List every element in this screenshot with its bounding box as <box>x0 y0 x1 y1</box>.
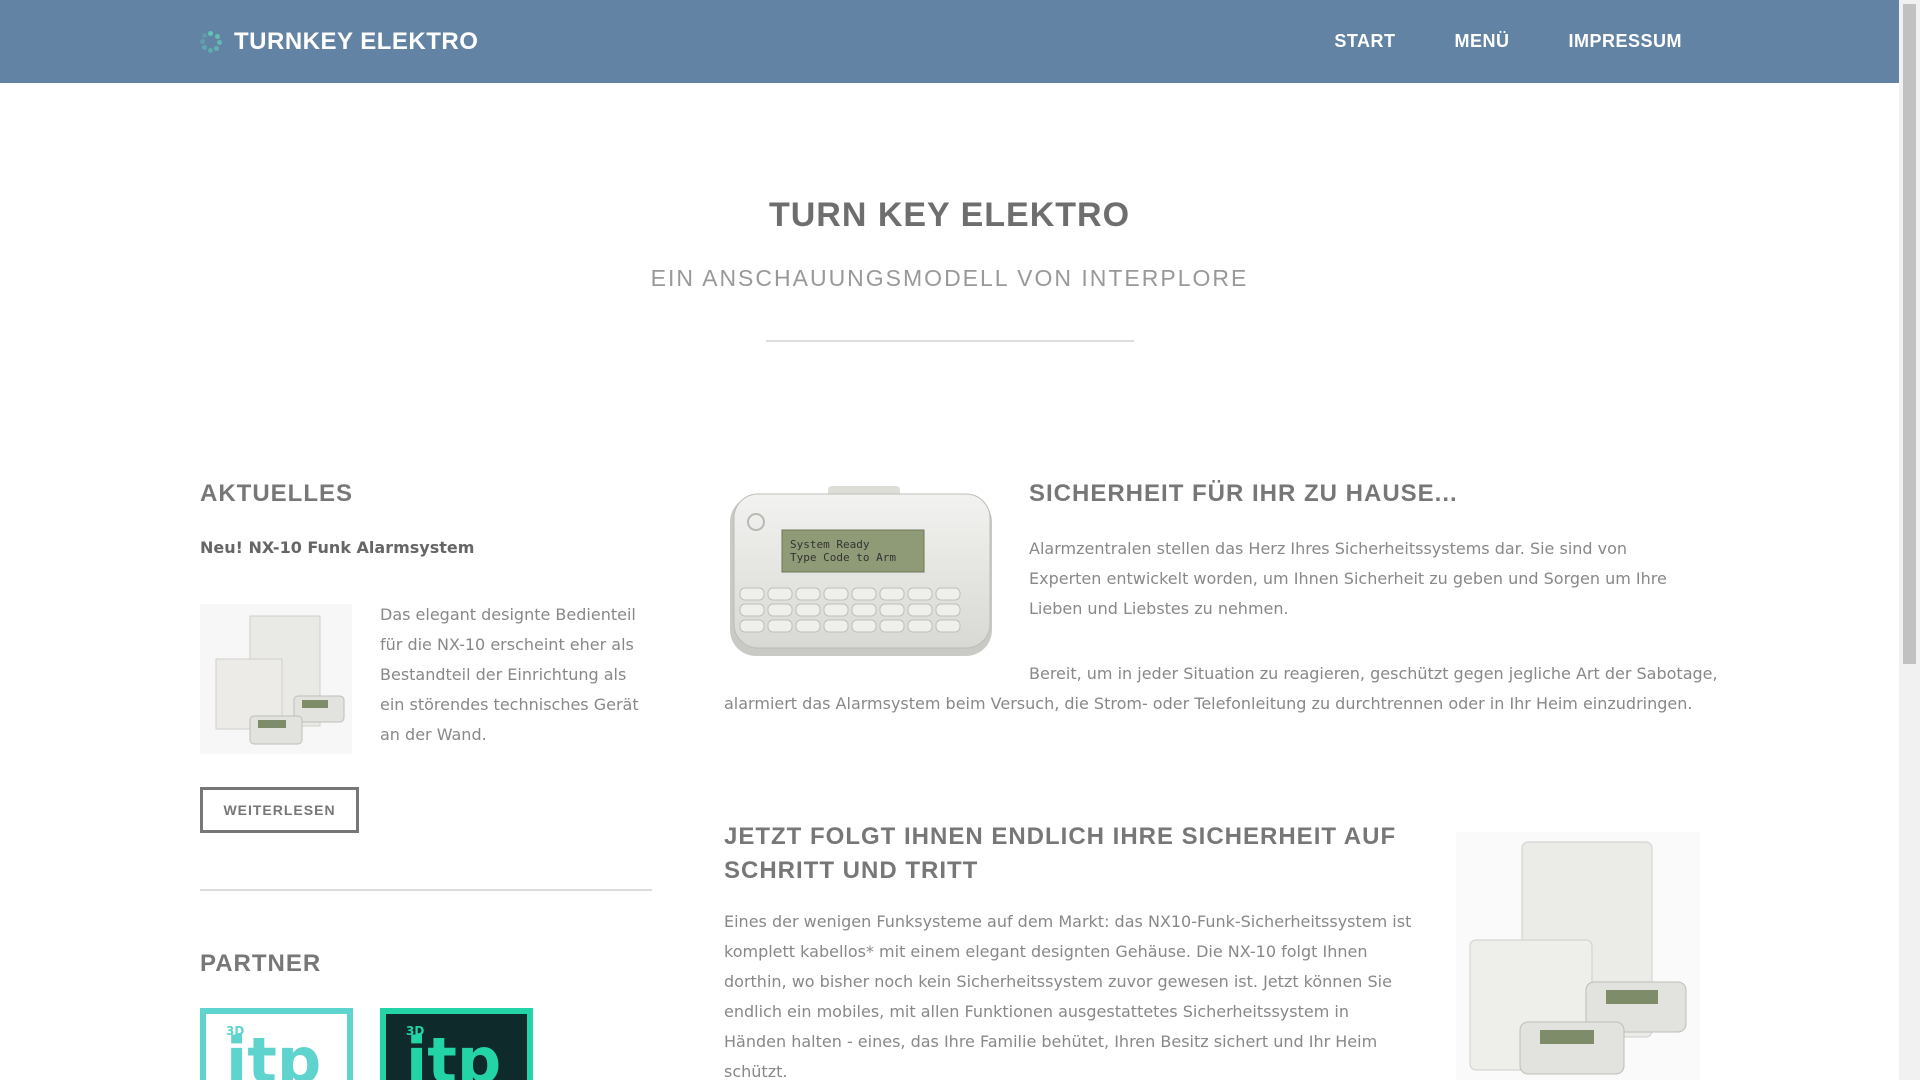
keypad-lcd-line2: Type Code to Arm <box>790 551 896 564</box>
keypad-lcd-line1: System Ready <box>790 538 870 551</box>
partner-logo-text: itp <box>226 1024 322 1080</box>
hero-title: TURN KEY ELEKTRO <box>768 196 1131 234</box>
partner-heading: PARTNER <box>200 950 322 977</box>
nav-menu[interactable]: MENÜ <box>1454 31 1509 52</box>
partner-logo-text: itp <box>406 1024 502 1080</box>
section1-heading: SICHERHEIT FÜR IHR ZU HAUSE... <box>1029 480 1458 507</box>
section2-paragraph: Eines der wenigen Funksysteme auf dem Ma… <box>724 912 1412 1080</box>
spinner-logo-icon <box>200 30 222 53</box>
news-title: Neu! NX-10 Funk Alarmsystem <box>200 538 475 557</box>
partner-logo-itp-light[interactable]: 3D itp <box>200 1008 353 1080</box>
section2-heading-line2: SCHRITT UND TRITT <box>724 857 979 884</box>
keypad-image: System Ready Type Code to Arm <box>724 480 1004 665</box>
section1-paragraph1: Alarmzentralen stellen das Herz Ihres Si… <box>1029 539 1667 618</box>
page-scrollbar[interactable] <box>1899 0 1920 1080</box>
hero-divider <box>766 340 1134 342</box>
nav-start[interactable]: START <box>1334 31 1395 52</box>
nx10-system-image <box>1456 832 1700 1080</box>
section1-paragraph2-line1: Bereit, um in jeder Situation zu reagier… <box>1029 664 1718 683</box>
section1-paragraph2-line2: alarmiert das Alarmsystem beim Versuch, … <box>724 694 1693 713</box>
scrollbar-thumb[interactable] <box>1903 4 1916 664</box>
section2-heading-line1: JETZT FOLGT IHNEN ENDLICH IHRE SICHERHEI… <box>724 823 1397 850</box>
main-nav: START MENÜ IMPRESSUM <box>1275 0 1682 83</box>
navbar: TURNKEY ELEKTRO START MENÜ IMPRESSUM <box>0 0 1899 83</box>
brand-name: TURNKEY ELEKTRO <box>234 27 479 55</box>
nav-impressum[interactable]: IMPRESSUM <box>1568 31 1682 52</box>
left-divider <box>200 889 652 891</box>
partner-logo-itp-dark[interactable]: 3D itp <box>380 1008 533 1080</box>
hero-subtitle: EIN ANSCHAUUNGSMODELL VON INTERPLORE <box>650 265 1249 291</box>
brand-link[interactable]: TURNKEY ELEKTRO <box>200 0 478 83</box>
read-more-button[interactable]: WEITERLESEN <box>200 787 359 833</box>
aktuelles-heading: AKTUELLES <box>200 480 353 507</box>
news-text: Das elegant designte Bedienteil für die … <box>380 605 639 744</box>
nx10-product-image <box>200 604 352 754</box>
section2-heading: JETZT FOLGT IHNEN ENDLICH IHRE SICHERHEI… <box>724 820 1396 888</box>
